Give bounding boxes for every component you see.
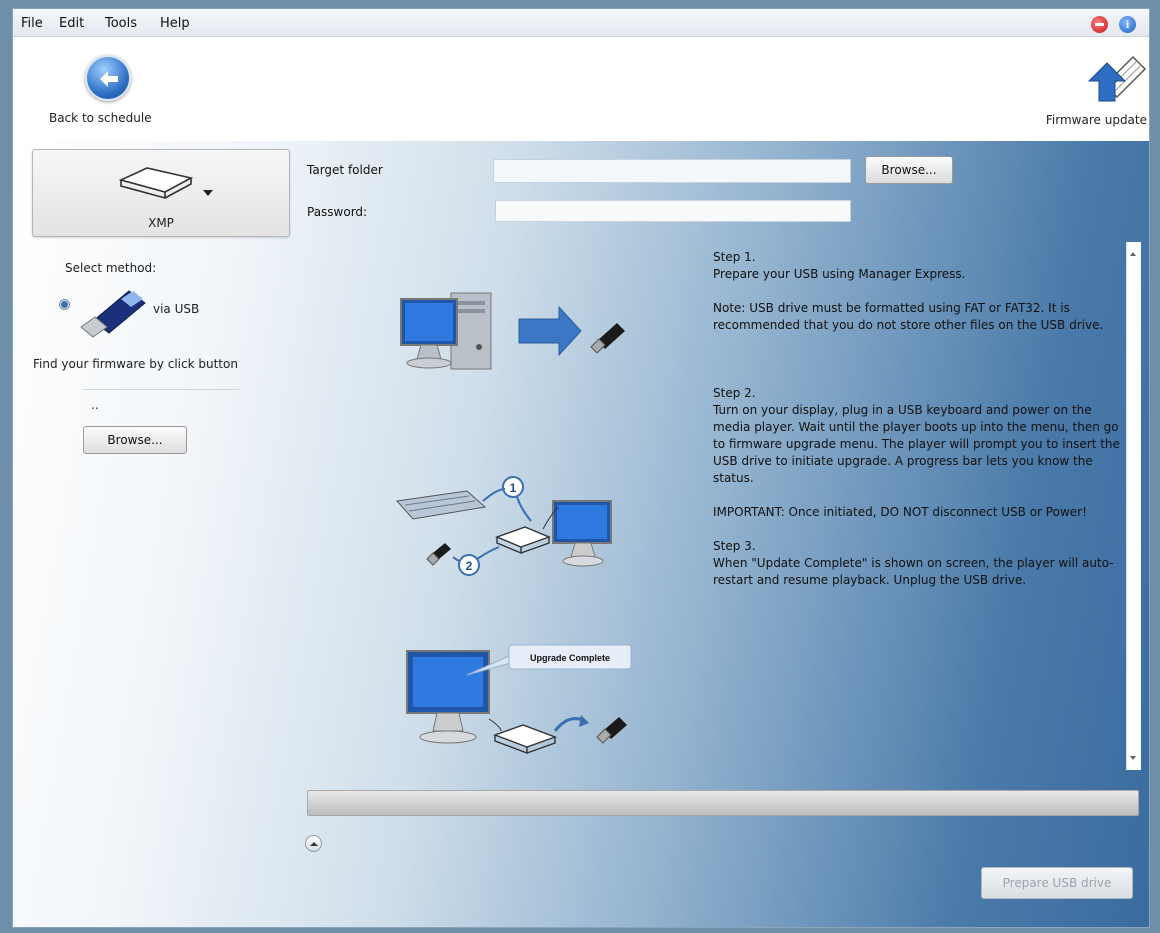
scroll-down-icon[interactable] bbox=[1130, 756, 1136, 760]
password-input[interactable] bbox=[495, 200, 851, 222]
firmware-update-button[interactable]: Firmware update bbox=[1027, 51, 1149, 135]
usb-drive-icon bbox=[80, 290, 146, 338]
step2-important: IMPORTANT: Once initiated, DO NOT discon… bbox=[713, 505, 1087, 519]
display-icon bbox=[552, 500, 612, 567]
svg-text:2: 2 bbox=[466, 559, 473, 573]
step2-text: Turn on your display, plug in a USB keyb… bbox=[713, 403, 1120, 485]
step1-text: Prepare your USB using Manager Express. bbox=[713, 267, 966, 281]
via-usb-label: via USB bbox=[153, 302, 200, 316]
arrow-icon bbox=[518, 305, 582, 357]
back-arrow-icon bbox=[85, 55, 131, 101]
menu-file[interactable]: File bbox=[21, 16, 43, 31]
browse-firmware-button[interactable]: Browse... bbox=[83, 426, 187, 454]
target-folder-label: Target folder bbox=[307, 163, 383, 177]
step3-text: When "Update Complete" is shown on scree… bbox=[713, 556, 1114, 587]
step2-title: Step 2. bbox=[713, 386, 756, 400]
usb-icon bbox=[596, 717, 627, 744]
svg-text:1: 1 bbox=[510, 481, 517, 495]
usb-icon bbox=[426, 543, 451, 566]
main-panel: XMP Select method: via USB Find your fir… bbox=[13, 141, 1149, 927]
back-to-schedule-button[interactable]: Back to schedule bbox=[49, 55, 179, 135]
device-label: XMP bbox=[148, 216, 174, 230]
step1-note: Note: USB drive must be formatted using … bbox=[713, 301, 1104, 332]
progress-bar bbox=[307, 790, 1139, 816]
instructions-scrollbar[interactable] bbox=[1126, 242, 1141, 770]
keyboard-icon bbox=[396, 490, 487, 520]
info-icon[interactable]: i bbox=[1119, 16, 1136, 33]
media-player-icon bbox=[495, 526, 551, 555]
menu-help[interactable]: Help bbox=[160, 16, 190, 31]
media-player-icon bbox=[492, 724, 558, 755]
scroll-up-icon[interactable] bbox=[1130, 252, 1136, 256]
menu-tools[interactable]: Tools bbox=[105, 16, 137, 31]
svg-text:Upgrade Complete: Upgrade Complete bbox=[530, 653, 610, 663]
device-select-button[interactable]: XMP bbox=[32, 149, 290, 237]
connect-player-illustration: 1 2 bbox=[396, 476, 612, 576]
menu-bar: File Edit Tools Help i bbox=[13, 9, 1149, 37]
display-icon bbox=[406, 650, 490, 744]
password-label: Password: bbox=[307, 205, 368, 219]
computer-icon bbox=[400, 292, 492, 370]
chevron-down-icon bbox=[203, 190, 213, 196]
firmware-update-label: Firmware update bbox=[1045, 113, 1147, 127]
back-label: Back to schedule bbox=[49, 111, 152, 125]
instructions-text: Step 1. Prepare your USB using Manager E… bbox=[713, 249, 1125, 589]
find-firmware-label: Find your firmware by click button bbox=[33, 357, 238, 371]
upgrade-complete-illustration: Upgrade Complete bbox=[406, 644, 632, 755]
media-player-icon bbox=[118, 167, 194, 200]
step1-title: Step 1. bbox=[713, 250, 756, 264]
menu-edit[interactable]: Edit bbox=[59, 16, 84, 31]
firmware-path-field: .. bbox=[83, 389, 239, 415]
usb-icon bbox=[590, 323, 625, 354]
step3-title: Step 3. bbox=[713, 539, 756, 553]
title-icons: i bbox=[1091, 14, 1141, 34]
app-window: File Edit Tools Help i Back to schedule bbox=[12, 8, 1150, 928]
prepare-usb-drive-button[interactable]: Prepare USB drive bbox=[981, 867, 1133, 899]
toolbar: Back to schedule Firmware update bbox=[13, 37, 1149, 141]
chevron-up-icon[interactable] bbox=[305, 835, 322, 852]
prepare-usb-illustration bbox=[400, 292, 625, 370]
target-folder-input[interactable] bbox=[493, 159, 851, 183]
stop-icon[interactable] bbox=[1091, 16, 1108, 33]
select-method-label: Select method: bbox=[65, 261, 157, 275]
usb-method-radio[interactable] bbox=[59, 299, 70, 310]
firmware-update-icon bbox=[1087, 55, 1147, 102]
browse-target-button[interactable]: Browse... bbox=[865, 156, 953, 184]
